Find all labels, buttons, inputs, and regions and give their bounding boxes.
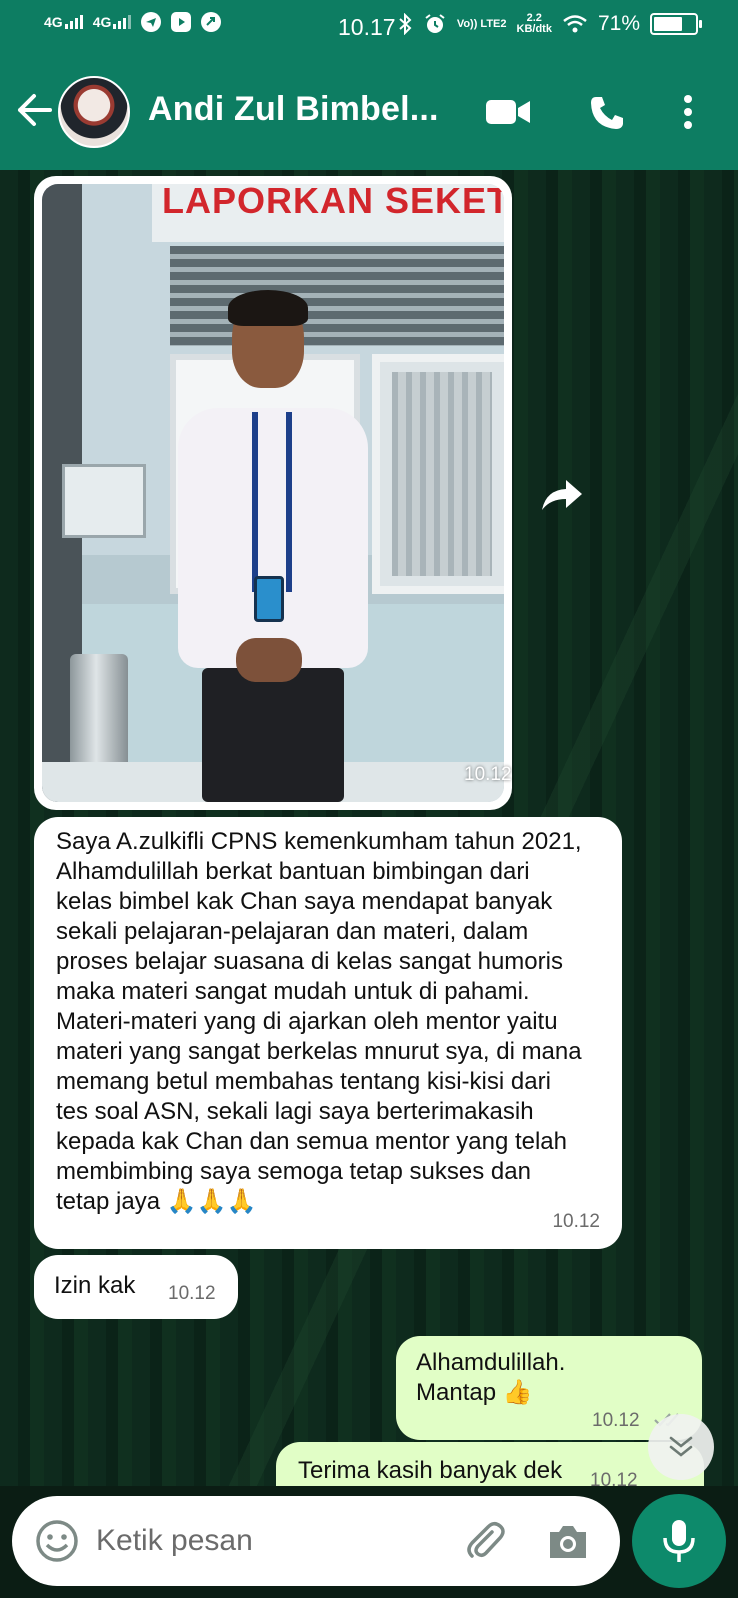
bluetooth-icon (399, 13, 412, 35)
more-options-icon[interactable] (682, 94, 694, 130)
contact-name[interactable]: Andi Zul Bimbel... (148, 90, 439, 129)
image-message[interactable]: LAPORKAN SEKETIK 10.12 (34, 176, 512, 810)
signal-bars-icon (64, 15, 83, 29)
contact-avatar[interactable] (58, 76, 130, 148)
back-arrow-icon[interactable] (14, 90, 54, 130)
message-text: Izin kak (54, 1272, 136, 1299)
clock: 10.17 (338, 14, 396, 40)
message-text: Alhamdulillah. Mantap 👍 (416, 1349, 566, 1406)
incoming-message[interactable]: Saya A.zulkifli CPNS kemenkumham tahun 2… (34, 817, 622, 1249)
message-time: 10.12 (168, 1283, 216, 1304)
message-photo[interactable]: LAPORKAN SEKETIK (42, 184, 504, 802)
signal-bars-icon (113, 15, 132, 29)
network-indicator-2: 4G (93, 15, 132, 29)
battery-icon (650, 13, 702, 35)
chat-header: Andi Zul Bimbel... (0, 72, 738, 154)
wifi-icon (563, 15, 587, 33)
camera-icon[interactable] (546, 1520, 590, 1562)
photo-banner-text: LAPORKAN SEKETIK (162, 184, 504, 221)
double-chevron-down-icon (669, 1436, 693, 1457)
scroll-to-bottom-button[interactable] (648, 1414, 714, 1480)
battery-percent: 71% (597, 12, 640, 35)
message-input[interactable] (96, 1520, 436, 1562)
message-text: Saya A.zulkifli CPNS kemenkumham tahun 2… (56, 828, 582, 1215)
forward-icon[interactable] (540, 474, 584, 514)
incoming-message[interactable]: Izin kak 10.12 (34, 1255, 238, 1319)
message-time: 10.12 (592, 1410, 640, 1431)
message-time: 10.12 (464, 764, 512, 785)
phone-call-icon[interactable] (588, 94, 626, 132)
emoji-icon[interactable] (34, 1518, 80, 1564)
video-call-icon[interactable] (486, 98, 530, 126)
telegram-icon (141, 12, 162, 32)
attach-icon[interactable] (462, 1518, 508, 1564)
volte-indicator: Vo)) LTE2 (456, 17, 507, 30)
status-left: 4G 4G (44, 12, 222, 32)
voice-message-button[interactable] (632, 1494, 726, 1588)
message-composer (12, 1496, 620, 1586)
app-notification-icon (201, 12, 222, 32)
mic-icon (663, 1520, 695, 1562)
top-bar: 4G 4G 10.17 Vo)) LTE2 2.2 KB/dtk 71% And… (0, 0, 738, 170)
battery-level (654, 17, 683, 31)
status-right: Vo)) LTE2 2.2 KB/dtk 71% (397, 12, 702, 36)
message-text: Terima kasih banyak dek (298, 1457, 563, 1484)
youtube-icon (171, 12, 192, 32)
network-indicator-1: 4G (44, 15, 83, 29)
status-bar: 4G 4G 10.17 Vo)) LTE2 2.2 KB/dtk 71% (0, 0, 738, 56)
network-speed: 2.2 KB/dtk (516, 12, 552, 35)
alarm-icon (425, 14, 445, 33)
message-time: 10.12 (552, 1211, 600, 1232)
